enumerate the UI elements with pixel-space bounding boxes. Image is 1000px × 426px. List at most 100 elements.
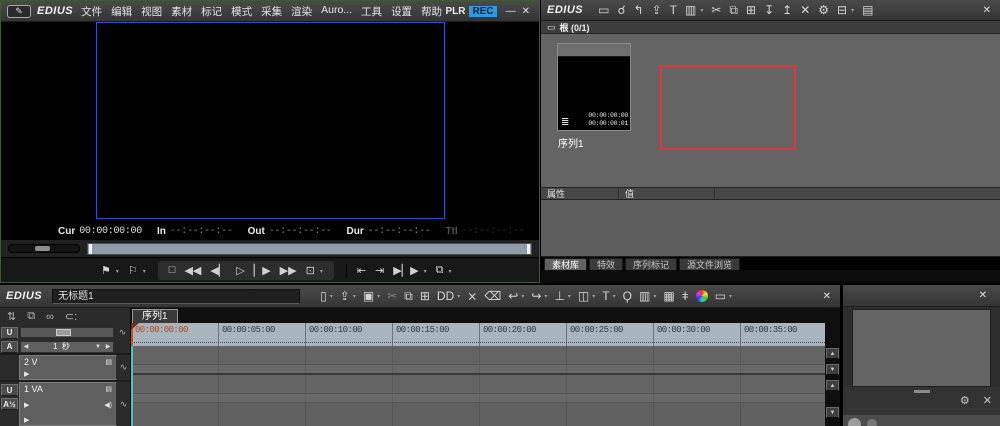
mixer-icon[interactable]: ǂ [682, 290, 689, 302]
clip-thumbnail[interactable]: ≣ 00:00:00:00 00:00:00:01 [557, 43, 631, 131]
clear-icon[interactable]: ✕ [983, 394, 992, 407]
copy-icon[interactable]: ⧉ [404, 290, 413, 302]
settings-icon[interactable]: ⚙ [818, 4, 829, 16]
play-icon[interactable]: ▷ [236, 264, 244, 277]
cut-icon[interactable]: ✂ [711, 4, 721, 16]
dropdown-caret-icon[interactable]: ▾ [568, 293, 571, 302]
menu-item[interactable]: 设置 [391, 4, 412, 19]
color-correction-icon[interactable]: ● [695, 290, 708, 302]
mute-all-button[interactable]: U [1, 326, 18, 339]
dropdown-caret-icon[interactable]: ▾ [353, 293, 356, 302]
menu-item[interactable]: Auro... [321, 4, 352, 19]
timescale-right-icon[interactable]: ▶ [103, 343, 113, 350]
paste-icon[interactable]: ⊞ [420, 290, 430, 302]
dropdown-caret-icon[interactable]: ▾ [449, 268, 452, 277]
monitor-mode-icon[interactable]: ▭ [715, 290, 726, 302]
menu-item[interactable]: 文件 [81, 4, 102, 19]
audio-master-button[interactable]: A [1, 340, 18, 353]
close-button[interactable]: ✕ [980, 5, 994, 16]
clip-name[interactable]: 序列1 [558, 135, 584, 150]
capture-icon[interactable]: ⇪ [652, 4, 662, 16]
export-icon[interactable]: ⧉ [436, 264, 444, 277]
settings-icon[interactable]: ⚙ [960, 394, 970, 407]
dropdown-caret-icon[interactable]: ▾ [544, 293, 547, 302]
menu-item[interactable]: 标记 [201, 4, 222, 19]
resize-handle[interactable] [913, 390, 930, 393]
rec-button[interactable]: REC [469, 5, 497, 17]
open-project-icon[interactable]: ⇪ [340, 290, 350, 302]
track-audio-button[interactable]: A½ [1, 398, 18, 410]
close-button[interactable]: ✕ [820, 291, 834, 302]
track-lane[interactable] [131, 375, 825, 394]
patch-icon[interactable]: ∿ [117, 355, 130, 380]
voice-over-icon[interactable]: Ϙ [623, 290, 632, 302]
track-lane[interactable] [131, 394, 825, 403]
timeline-tracks-area[interactable] [131, 346, 825, 426]
copy-icon[interactable]: ⧉ [729, 4, 738, 16]
prev-frame-icon[interactable]: ◀▏ [210, 264, 227, 277]
close-button[interactable]: ✕ [976, 290, 990, 301]
goto-out-icon[interactable]: ⇥ [375, 264, 384, 277]
scroll-up-icon[interactable]: ▲ [826, 380, 839, 391]
mark-out-icon[interactable]: ⚐ [128, 264, 138, 277]
bin-tab[interactable]: 素材库 [544, 258, 588, 270]
step-forward-icon[interactable]: ▏▶ [254, 264, 271, 277]
play-around-icon[interactable]: ▶▏▶ [393, 264, 418, 277]
bin-content[interactable]: ≣ 00:00:00:00 00:00:00:01 序列1 [541, 34, 1000, 187]
scroll-down-icon[interactable]: ▼ [826, 364, 839, 375]
new-folder-icon[interactable]: ▭ [598, 4, 609, 16]
dropdown-caret-icon[interactable]: ▾ [330, 293, 333, 302]
undo-icon[interactable]: ↩ [508, 290, 518, 302]
delete-icon[interactable]: ⨯ [467, 290, 477, 302]
view-list-icon[interactable]: ⊟ [837, 4, 847, 16]
dropdown-caret-icon[interactable]: ▾ [653, 293, 656, 302]
render-icon[interactable]: ▥ [639, 290, 650, 302]
dropdown-caret-icon[interactable]: ▾ [424, 268, 427, 277]
dropdown-caret-icon[interactable]: ▾ [116, 268, 119, 277]
minimize-button[interactable]: — [503, 6, 519, 17]
sync-mode-icon[interactable]: ∞ [46, 311, 54, 323]
track-lane[interactable] [131, 365, 825, 375]
dropdown-caret-icon[interactable]: ▾ [377, 293, 380, 302]
bin-tab[interactable]: 源文件浏览 [679, 258, 741, 270]
bin-tab[interactable]: 序列标记 [625, 258, 678, 270]
search-icon[interactable]: ☌ [617, 4, 625, 16]
rewind-icon[interactable]: ◀◀ [184, 264, 201, 277]
track-header-1va[interactable]: 1 VA ▤ ▶ ◀) ▶ [19, 382, 117, 426]
cut-icon[interactable]: ✂ [387, 290, 397, 302]
track-height-knob[interactable] [55, 329, 71, 336]
dropdown-caret-icon[interactable]: ▾ [851, 7, 854, 16]
save-project-icon[interactable]: ▣ [363, 290, 374, 302]
display-mode-icon[interactable]: ⊡ [306, 264, 315, 277]
scroll-down-icon[interactable]: ▼ [826, 407, 839, 418]
menu-item[interactable]: 帮助 [421, 4, 442, 19]
playhead-marker[interactable] [131, 323, 139, 330]
dropdown-caret-icon[interactable]: ▾ [729, 293, 732, 302]
sequence-tab[interactable]: 序列1 [132, 309, 178, 323]
dropdown-caret-icon[interactable]: ▾ [320, 268, 323, 277]
ripple-delete-icon[interactable]: ⌫ [484, 290, 501, 302]
patch-icon[interactable]: ∿ [116, 327, 129, 338]
folder-up-icon[interactable]: ↰ [634, 4, 644, 16]
menu-item[interactable]: 编辑 [111, 4, 132, 19]
insert-overwrite-mode-icon[interactable]: ⇅ [7, 310, 16, 323]
stop-icon[interactable]: □ [169, 264, 176, 276]
snap-mode-icon[interactable]: ⊂: [65, 310, 77, 323]
scroll-up-icon[interactable]: ▲ [826, 348, 839, 359]
close-button[interactable]: ✕ [519, 6, 533, 17]
menu-item[interactable]: 采集 [261, 4, 282, 19]
goto-in-icon[interactable]: ⇤ [357, 264, 366, 277]
shuttle-slider[interactable] [8, 244, 80, 253]
menu-item[interactable]: 素材 [171, 4, 192, 19]
track-lane[interactable] [131, 346, 825, 365]
timescale-spinner[interactable]: ◀ 1 秒 ▼ ▶ [20, 340, 114, 353]
menu-item[interactable]: 工具 [361, 4, 382, 19]
dropdown-caret-icon[interactable]: ▾ [143, 268, 146, 277]
track-mute-button[interactable]: U [1, 384, 18, 396]
timeline-ruler[interactable]: 00:00:00:00 00:00:05:00 00:00:10:00 00:00:1… [131, 323, 825, 346]
playhead-line[interactable] [131, 346, 133, 426]
bin-folder-header[interactable]: ▭ 根 (0/1) [541, 21, 1000, 34]
menu-item[interactable]: 模式 [231, 4, 252, 19]
bin-icon[interactable]: ▦ [663, 290, 674, 302]
new-sequence-icon[interactable]: ▯ [320, 290, 327, 302]
